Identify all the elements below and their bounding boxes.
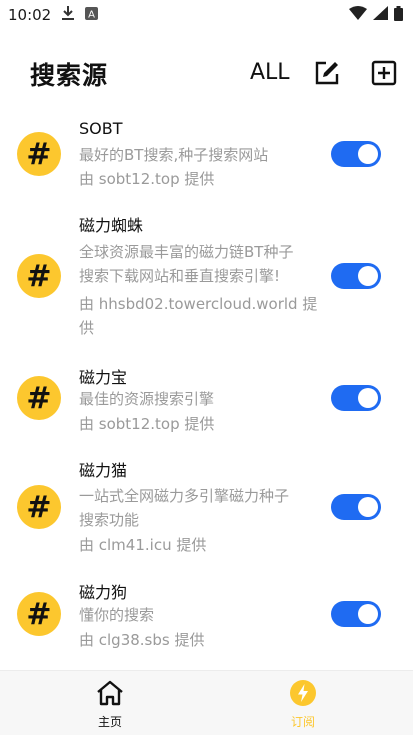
enable-toggle[interactable] <box>331 263 381 289</box>
toggle-knob <box>358 497 378 517</box>
enable-toggle[interactable] <box>331 601 381 627</box>
source-name: 磁力狗 <box>79 583 128 602</box>
source-description-line: 一站式全网磁力多引擎磁力种子 <box>79 487 290 505</box>
enable-toggle[interactable] <box>331 494 381 520</box>
source-provider-line: 由 hhsbd02.towercloud.world 提 <box>79 295 318 313</box>
status-time: 10:02 <box>8 6 52 24</box>
toggle-knob <box>358 604 378 624</box>
page-title: 搜索源 <box>30 61 109 90</box>
hash-icon: # <box>17 485 61 529</box>
battery-icon <box>394 5 403 25</box>
source-name: 磁力蜘蛛 <box>79 216 144 235</box>
source-provider: 由 clg38.sbs 提供 <box>79 631 205 649</box>
a-notification-icon: A <box>85 6 99 24</box>
source-description-line: 全球资源最丰富的磁力链BT种子 <box>79 243 294 261</box>
hash-icon: # <box>17 132 61 176</box>
source-provider: 由 sobt12.top 提供 <box>79 170 215 188</box>
enable-toggle[interactable] <box>331 385 381 411</box>
signal-icon <box>373 6 388 24</box>
source-description-line: 搜索下载网站和垂直搜索引擎! <box>79 267 281 285</box>
edit-icon[interactable] <box>314 60 340 86</box>
all-button[interactable]: ALL <box>250 60 290 85</box>
wifi-icon <box>349 6 367 24</box>
source-name: SOBT <box>79 119 123 138</box>
hash-icon: # <box>17 592 61 636</box>
nav-subscribe[interactable]: 订阅 <box>263 679 343 730</box>
nav-home-label: 主页 <box>97 715 122 729</box>
source-provider-line: 供 <box>79 319 95 337</box>
source-name: 磁力猫 <box>79 461 128 480</box>
enable-toggle[interactable] <box>331 141 381 167</box>
bottom-nav: 主页 订阅 <box>0 670 413 735</box>
source-description-line: 搜索功能 <box>79 511 140 529</box>
app-header: 搜索源 ALL <box>0 52 413 96</box>
download-icon <box>61 5 75 25</box>
toggle-knob <box>358 388 378 408</box>
source-provider: 由 clm41.icu 提供 <box>79 536 207 554</box>
source-description: 最好的BT搜索,种子搜索网站 <box>79 146 269 164</box>
add-box-icon[interactable] <box>371 60 397 86</box>
toggle-knob <box>358 266 378 286</box>
source-description: 最佳的资源搜索引擎 <box>79 390 215 408</box>
toggle-knob <box>358 144 378 164</box>
hash-icon: # <box>17 376 61 420</box>
status-bar: 10:02 A <box>0 0 413 30</box>
nav-subscribe-label: 订阅 <box>290 715 315 729</box>
source-provider: 由 sobt12.top 提供 <box>79 415 215 433</box>
nav-home[interactable]: 主页 <box>70 679 150 730</box>
svg-text:A: A <box>88 10 95 21</box>
home-icon <box>95 680 125 711</box>
lightning-icon <box>289 680 317 711</box>
hash-icon: # <box>17 254 61 298</box>
source-description: 懂你的搜索 <box>79 606 155 624</box>
source-name: 磁力宝 <box>79 368 128 387</box>
